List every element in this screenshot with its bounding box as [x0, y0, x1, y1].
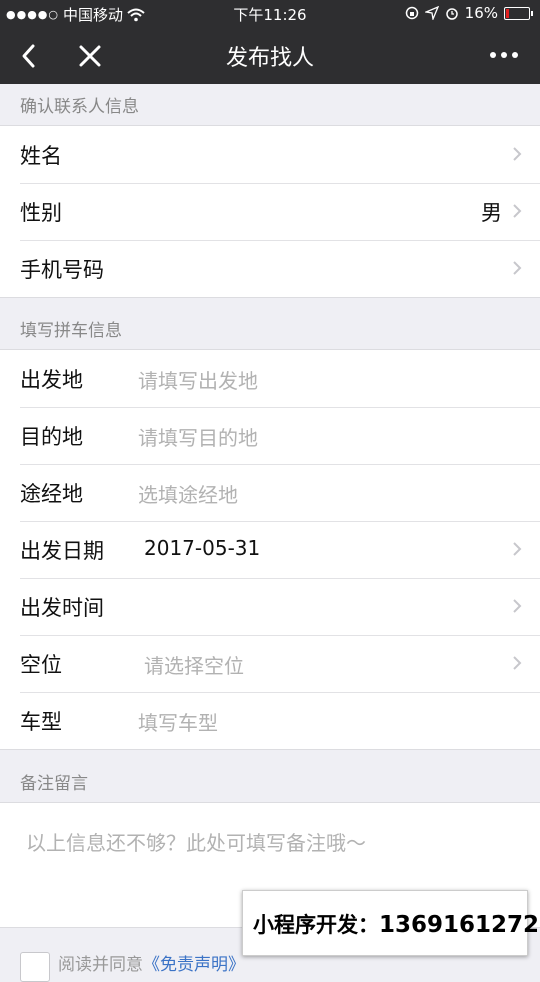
contact-section-title: 确认联系人信息 — [20, 97, 139, 117]
seats-row[interactable]: 空位 请选择空位 — [0, 635, 540, 692]
departure-label: 出发地 — [20, 368, 83, 392]
gender-row[interactable]: 性别 男 — [0, 183, 540, 240]
phone-label: 手机号码 — [20, 258, 104, 282]
navigation-bar: 发布找人 — [0, 28, 540, 84]
status-right: 16% — [405, 4, 533, 22]
destination-row[interactable]: 目的地 请填写目的地 — [0, 407, 540, 464]
departure-input[interactable]: 请填写出发地 — [138, 365, 258, 394]
watermark-phone: 13691612727 — [379, 912, 540, 938]
time-row[interactable]: 出发时间 — [0, 578, 540, 635]
chevron-right-icon — [513, 204, 522, 218]
battery-level — [506, 8, 509, 18]
name-row[interactable]: 姓名 — [0, 126, 540, 183]
date-row[interactable]: 出发日期 2017-05-31 — [0, 521, 540, 578]
agreement-text: 阅读并同意《免责声明》 — [58, 950, 245, 975]
gender-label: 性别 — [20, 201, 62, 225]
phone-row[interactable]: 手机号码 — [0, 240, 540, 297]
contact-group: 姓名 性别 男 手机号码 — [0, 125, 540, 298]
car-model-label: 车型 — [20, 710, 62, 734]
waypoint-input[interactable]: 选填途经地 — [138, 479, 238, 508]
gender-value: 男 — [481, 201, 502, 225]
agreement-prefix: 阅读并同意 — [58, 955, 143, 975]
chevron-right-icon — [513, 147, 522, 161]
date-label: 出发日期 — [20, 539, 104, 563]
seats-label: 空位 — [20, 653, 62, 677]
chevron-right-icon — [513, 656, 522, 670]
developer-watermark: 小程序开发：13691612727 — [242, 890, 540, 956]
battery-icon — [504, 6, 533, 20]
destination-input[interactable]: 请填写目的地 — [138, 422, 258, 451]
carpool-section-title: 填写拼车信息 — [20, 321, 122, 341]
chevron-right-icon — [513, 261, 522, 275]
departure-row[interactable]: 出发地 请填写出发地 — [0, 350, 540, 407]
name-label: 姓名 — [20, 144, 62, 168]
battery-percent: 16% — [464, 4, 498, 22]
page-title: 发布找人 — [225, 46, 314, 71]
waypoint-label: 途经地 — [20, 482, 83, 506]
watermark-text: 小程序开发：13691612727 — [253, 909, 540, 939]
carpool-group: 出发地 请填写出发地 目的地 请填写目的地 途经地 选填途经地 出发日期 201… — [0, 349, 540, 750]
status-bar: ●●●●○ 中国移动 下午11:26 16% — [0, 0, 540, 28]
note-section-title: 备注留言 — [20, 774, 88, 794]
car-model-input[interactable]: 填写车型 — [138, 707, 218, 736]
agree-checkbox[interactable] — [20, 952, 50, 982]
alarm-icon — [445, 8, 458, 20]
watermark-label: 小程序开发： — [253, 913, 379, 937]
seats-select[interactable]: 请选择空位 — [144, 650, 244, 679]
waypoint-row[interactable]: 途经地 选填途经地 — [0, 464, 540, 521]
rotation-lock-icon — [405, 6, 418, 20]
time-label: 出发时间 — [20, 596, 104, 620]
car-model-row[interactable]: 车型 填写车型 — [0, 692, 540, 749]
date-value: 2017-05-31 — [144, 536, 261, 560]
chevron-right-icon — [513, 542, 522, 556]
destination-label: 目的地 — [20, 425, 83, 449]
disclaimer-link[interactable]: 《免责声明》 — [143, 955, 245, 975]
more-dots-icon[interactable] — [490, 52, 518, 58]
note-placeholder: 以上信息还不够？此处可填写备注哦～ — [26, 831, 366, 855]
chevron-right-icon — [513, 599, 522, 613]
location-icon — [424, 6, 439, 20]
